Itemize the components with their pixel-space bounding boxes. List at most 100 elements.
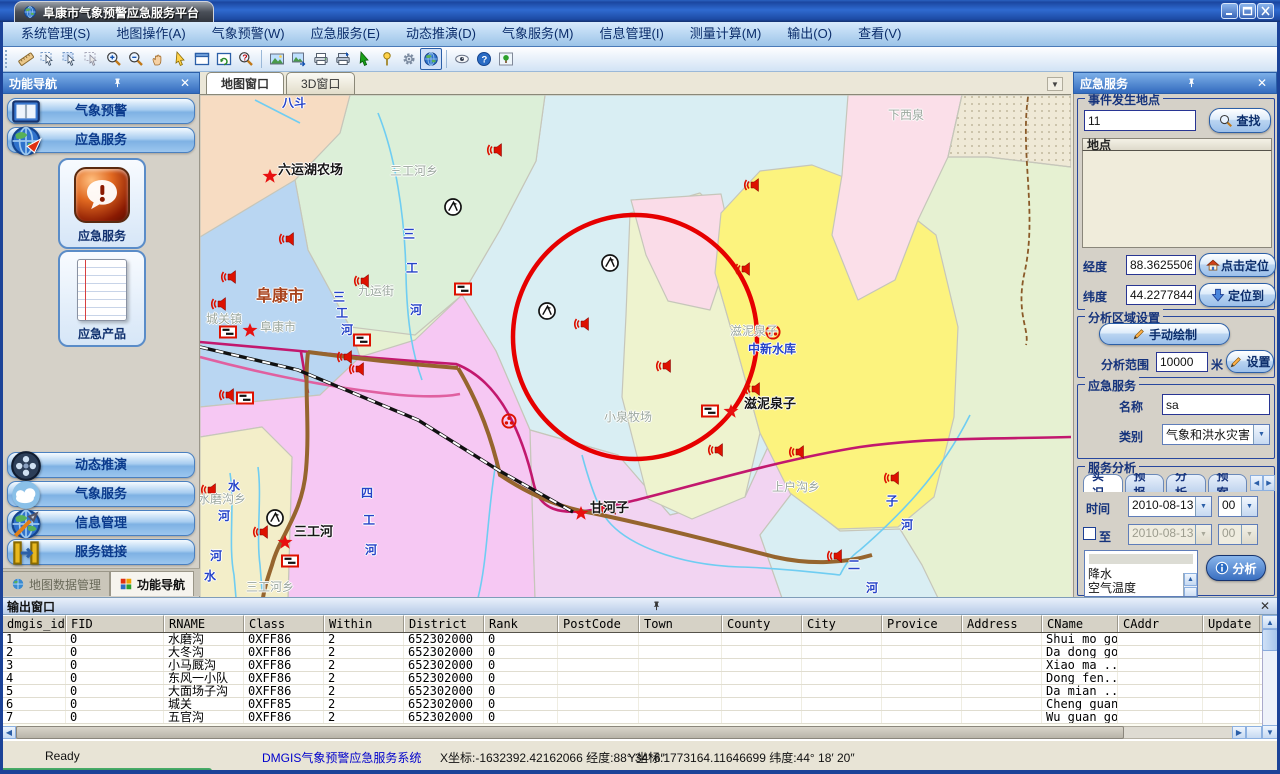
column-header[interactable]: CAddr bbox=[1118, 615, 1203, 632]
print-icon[interactable] bbox=[310, 48, 332, 70]
click-locate-button[interactable]: 点击定位 bbox=[1199, 253, 1276, 277]
analysis-range-field[interactable] bbox=[1156, 352, 1208, 372]
chevron-down-icon[interactable]: ▼ bbox=[1253, 425, 1269, 444]
scroll-thumb[interactable] bbox=[1184, 587, 1197, 597]
maximize-button[interactable] bbox=[1239, 3, 1256, 19]
scroll-up-icon[interactable]: ▲ bbox=[1184, 573, 1197, 586]
menu-item[interactable]: 测量计算(M) bbox=[677, 22, 775, 46]
menu-item[interactable]: 地图操作(A) bbox=[103, 22, 198, 46]
set-range-button[interactable]: 设置 bbox=[1226, 350, 1274, 373]
analysis-tab[interactable]: 预案 bbox=[1208, 474, 1248, 492]
list-scrollbar[interactable]: ▲ bbox=[1183, 573, 1197, 596]
pin-icon[interactable] bbox=[648, 599, 664, 613]
nav-group-bar[interactable]: 气象服务 bbox=[7, 481, 195, 507]
nav-group-bar[interactable]: 服务链接 bbox=[7, 539, 195, 565]
column-header[interactable]: Address bbox=[962, 615, 1042, 632]
panel-tab[interactable]: 地图数据管理 bbox=[2, 571, 110, 596]
column-header[interactable]: RNAME bbox=[164, 615, 244, 632]
table-row[interactable]: 40东风一小队0XFF8626523020000Dong fen... bbox=[2, 672, 1262, 685]
to-checkbox[interactable] bbox=[1083, 527, 1096, 540]
chevron-down-icon[interactable]: ▼ bbox=[1241, 497, 1257, 516]
pointer-icon[interactable] bbox=[169, 48, 191, 70]
column-header[interactable]: City bbox=[802, 615, 882, 632]
close-icon[interactable]: ✕ bbox=[177, 76, 193, 90]
placemark-icon[interactable] bbox=[376, 48, 398, 70]
menu-item[interactable]: 系统管理(S) bbox=[8, 22, 103, 46]
scroll-corner-button[interactable] bbox=[1246, 726, 1262, 739]
manual-draw-button[interactable]: 手动绘制 bbox=[1099, 323, 1230, 345]
analyze-button[interactable]: 分析 bbox=[1206, 555, 1266, 581]
close-button[interactable] bbox=[1257, 3, 1274, 19]
scroll-left-icon[interactable]: ◀ bbox=[2, 726, 16, 739]
menu-item[interactable]: 查看(V) bbox=[845, 22, 914, 46]
nav-group-bar[interactable]: 动态推演 bbox=[7, 452, 195, 478]
column-header[interactable]: Class bbox=[244, 615, 324, 632]
column-header[interactable]: Within bbox=[324, 615, 404, 632]
print-setup-icon[interactable] bbox=[332, 48, 354, 70]
menu-item[interactable]: 动态推演(D) bbox=[393, 22, 489, 46]
map-view-tab[interactable]: 3D窗口 bbox=[286, 72, 355, 94]
scroll-right-icon[interactable]: ▶ bbox=[1232, 726, 1246, 739]
nav-group-bar[interactable]: 信息管理 bbox=[7, 510, 195, 536]
scene-icon[interactable] bbox=[495, 48, 517, 70]
map-view-tab[interactable]: 地图窗口 bbox=[206, 72, 284, 94]
analysis-tab[interactable]: 实况 bbox=[1083, 474, 1123, 492]
chevron-down-icon[interactable]: ▼ bbox=[1195, 497, 1211, 516]
emergency-product-button[interactable]: 应急产品 bbox=[58, 250, 146, 347]
column-header[interactable]: dmgis_id bbox=[2, 615, 66, 632]
select-rectangle-icon[interactable] bbox=[59, 48, 81, 70]
export-map-icon[interactable] bbox=[288, 48, 310, 70]
tab-dropdown-icon[interactable]: ▼ bbox=[1047, 77, 1063, 91]
close-icon[interactable]: ✕ bbox=[1254, 76, 1270, 90]
column-header[interactable]: FID bbox=[66, 615, 164, 632]
analysis-list-item[interactable]: 空气温度 bbox=[1085, 581, 1197, 595]
settings-gear-icon[interactable] bbox=[398, 48, 420, 70]
column-header[interactable]: Town bbox=[639, 615, 722, 632]
latitude-field[interactable] bbox=[1126, 285, 1196, 305]
column-header[interactable]: CName bbox=[1042, 615, 1118, 632]
pan-icon[interactable] bbox=[147, 48, 169, 70]
table-row[interactable]: 50大面场子沟0XFF8626523020000Da mian ... bbox=[2, 685, 1262, 698]
north-arrow-icon[interactable] bbox=[354, 48, 376, 70]
start-hour-select[interactable]: 00▼ bbox=[1218, 496, 1258, 517]
nav-group-bar[interactable]: 气象预警 bbox=[7, 98, 195, 124]
service-type-select[interactable]: 气象和洪水灾害▼ bbox=[1162, 424, 1270, 445]
column-header[interactable]: Provice bbox=[882, 615, 962, 632]
menu-item[interactable]: 气象预警(W) bbox=[199, 22, 298, 46]
search-input[interactable] bbox=[1084, 110, 1196, 131]
globe-service-icon[interactable] bbox=[420, 48, 442, 70]
table-row[interactable]: 70五官沟0XFF8626523020000Wu guan gou bbox=[2, 711, 1262, 724]
location-list-header[interactable]: 地点 bbox=[1082, 138, 1272, 151]
column-header[interactable]: Rank bbox=[484, 615, 558, 632]
column-header[interactable]: County bbox=[722, 615, 802, 632]
horizontal-scroll-thumb[interactable] bbox=[16, 726, 1124, 739]
full-extent-icon[interactable] bbox=[191, 48, 213, 70]
longitude-field[interactable] bbox=[1126, 255, 1196, 275]
zoom-in-icon[interactable] bbox=[103, 48, 125, 70]
vertical-scroll-thumb[interactable] bbox=[1262, 629, 1278, 651]
tab-scroll-left-icon[interactable]: ◀ bbox=[1250, 475, 1263, 491]
close-icon[interactable]: ✕ bbox=[1257, 599, 1273, 613]
analysis-item-list[interactable]: 降水空气温度 ▲ bbox=[1084, 550, 1198, 597]
tab-scroll-right-icon[interactable]: ▶ bbox=[1263, 475, 1275, 491]
analysis-tab[interactable]: 分析 bbox=[1166, 474, 1206, 492]
eye-icon[interactable] bbox=[451, 48, 473, 70]
nav-group-bar[interactable]: 应急服务 bbox=[7, 127, 195, 153]
column-header[interactable]: PostCode bbox=[558, 615, 639, 632]
scroll-up-icon[interactable]: ▲ bbox=[1262, 615, 1278, 629]
analysis-list-item[interactable]: 降水 bbox=[1085, 567, 1197, 581]
analysis-tab[interactable]: 预报 bbox=[1125, 474, 1165, 492]
table-row[interactable]: 60城关0XFF8526523020000Cheng guan bbox=[2, 698, 1262, 711]
table-row[interactable]: 10水磨沟0XFF8626523020000Shui mo gou bbox=[2, 633, 1262, 646]
location-list[interactable] bbox=[1082, 151, 1272, 248]
emergency-service-button[interactable]: 应急服务 bbox=[58, 158, 146, 249]
scroll-down-icon[interactable]: ▼ bbox=[1262, 725, 1278, 739]
identify-icon[interactable] bbox=[235, 48, 257, 70]
service-name-field[interactable] bbox=[1162, 394, 1270, 415]
minimize-button[interactable] bbox=[1221, 3, 1238, 19]
menu-item[interactable]: 气象服务(M) bbox=[489, 22, 587, 46]
pin-icon[interactable] bbox=[1183, 76, 1199, 90]
clear-selection-icon[interactable] bbox=[81, 48, 103, 70]
measure-icon[interactable] bbox=[15, 48, 37, 70]
menu-item[interactable]: 输出(O) bbox=[774, 22, 845, 46]
